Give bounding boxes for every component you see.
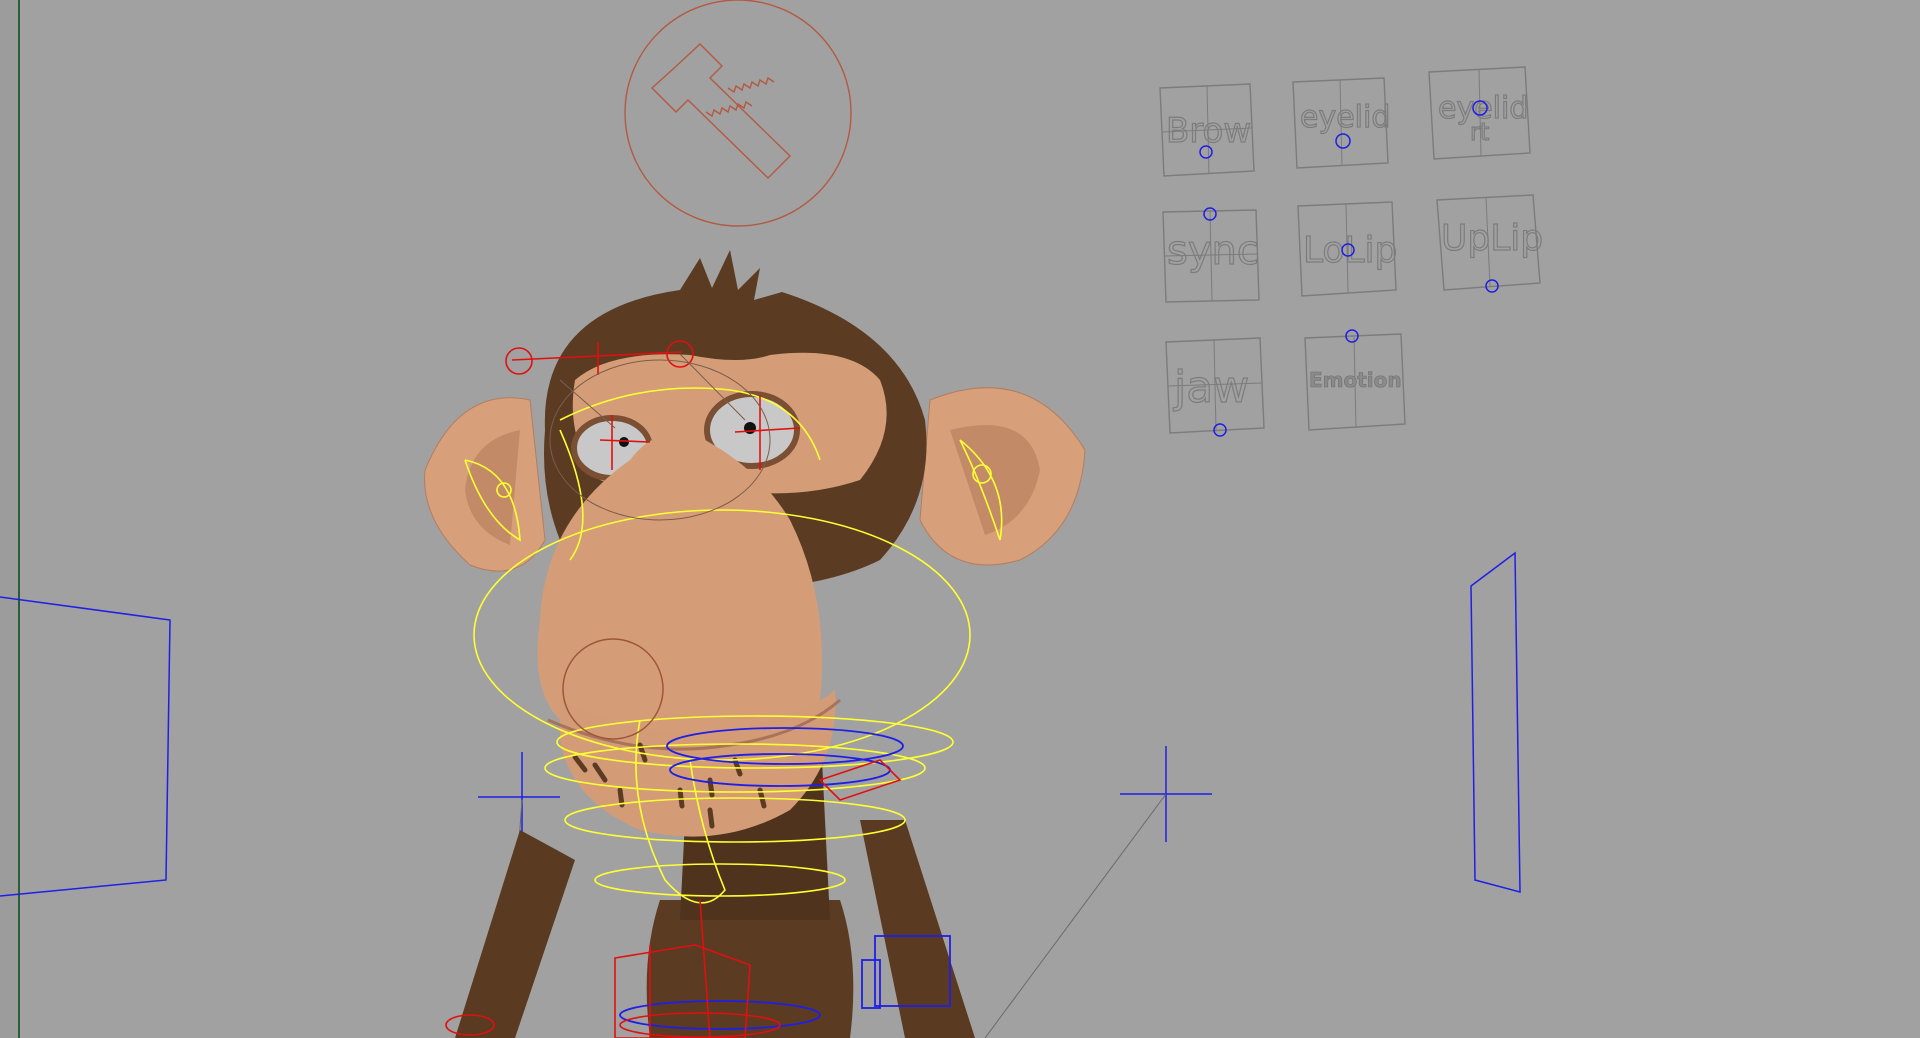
- sync-label: sync: [1167, 228, 1259, 274]
- jaw-control[interactable]: jaw: [1165, 337, 1265, 437]
- eyelid-handle[interactable]: [1335, 133, 1351, 149]
- jaw-label: jaw: [1173, 362, 1249, 413]
- left-plane-wire[interactable]: [0, 596, 171, 897]
- uplip-control[interactable]: UpLip: [1436, 194, 1544, 293]
- screw-circle-icon[interactable]: [624, 0, 852, 227]
- brow-label: Brow: [1166, 111, 1251, 151]
- sync-control[interactable]: sync: [1162, 207, 1260, 303]
- monkey-character[interactable]: [424, 250, 1086, 1038]
- emotion-control[interactable]: Emotion: [1304, 329, 1406, 431]
- right-plane-wire[interactable]: [1470, 551, 1521, 893]
- lolip-label: LoLip: [1303, 230, 1397, 271]
- maya-viewport[interactable]: Brow eyelid eyelid rt sync LoLip UpLip j…: [0, 0, 1920, 1038]
- emotion-label: Emotion: [1309, 368, 1402, 392]
- eyelid-rt-suffix: rt: [1470, 118, 1489, 146]
- eyelid-control[interactable]: eyelid: [1292, 77, 1391, 169]
- monkey-ear-left: [424, 397, 546, 572]
- scene-canvas: Brow eyelid eyelid rt sync LoLip UpLip j…: [0, 0, 1544, 1038]
- eyelid-rt-control[interactable]: eyelid rt: [1428, 66, 1531, 160]
- lolip-control[interactable]: LoLip: [1297, 201, 1398, 297]
- eyelid-label: eyelid: [1300, 100, 1390, 135]
- uplip-label: UpLip: [1441, 218, 1543, 259]
- monkey-ear-right: [919, 387, 1086, 566]
- locator-guide-line: [984, 793, 1167, 1038]
- brow-control[interactable]: Brow: [1159, 83, 1255, 177]
- face-control-panel: Brow eyelid eyelid rt sync LoLip UpLip j…: [1159, 66, 1544, 437]
